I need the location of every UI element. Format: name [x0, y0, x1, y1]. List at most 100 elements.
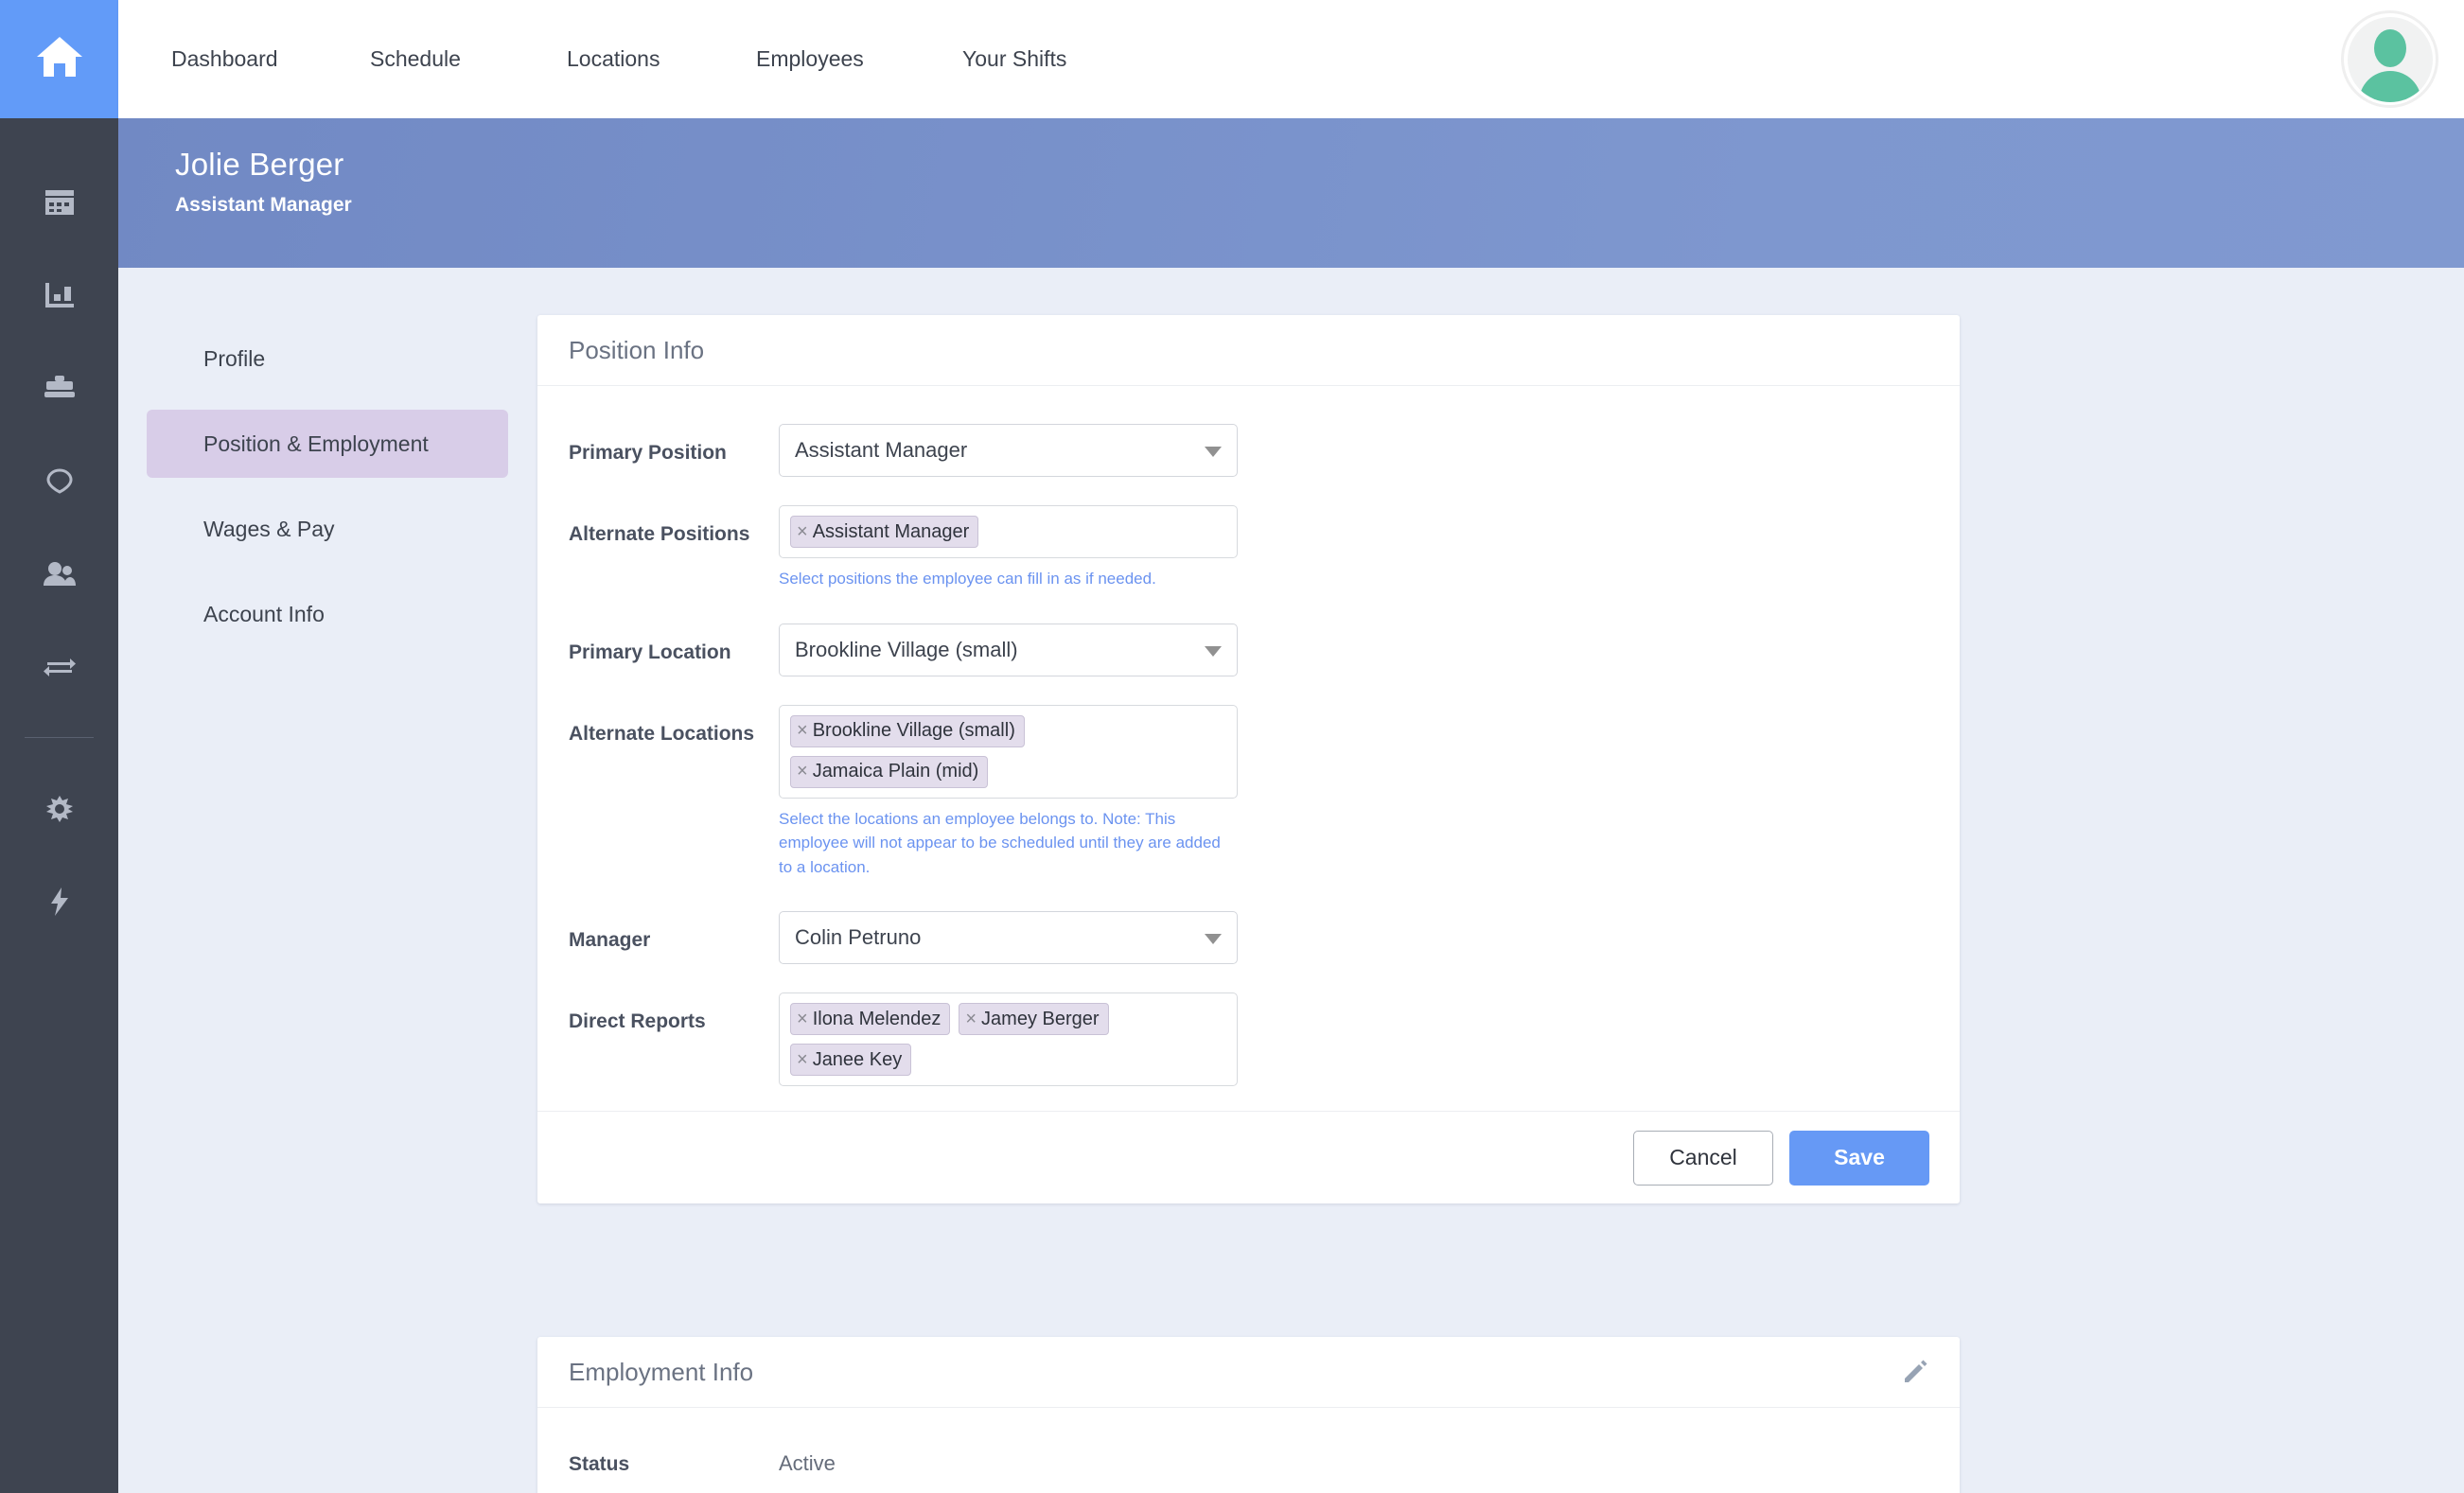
- field-row-alternate-positions: Alternate Positions × Assistant Manager …: [569, 505, 1928, 591]
- sidebar-item-settings[interactable]: [0, 763, 118, 855]
- subnav-item-position-employment[interactable]: Position & Employment: [147, 410, 508, 478]
- tag-label: Ilona Melendez: [812, 1008, 942, 1029]
- field-label: Manager: [569, 929, 651, 951]
- field-label: Primary Location: [569, 641, 731, 663]
- card-title: Employment Info: [569, 1357, 754, 1386]
- subnav-label: Position & Employment: [203, 430, 429, 456]
- people-icon: [43, 561, 76, 586]
- alternate-locations-hint: Select the locations an employee belongs…: [779, 809, 1221, 876]
- remove-tag-icon[interactable]: ×: [797, 1009, 808, 1030]
- sidebar-item-employees[interactable]: [0, 527, 118, 620]
- card-title: Position Info: [569, 335, 705, 364]
- sidebar-item-reports[interactable]: [0, 249, 118, 342]
- nav-link-employees[interactable]: Employees: [756, 46, 962, 72]
- subnav-item-profile[interactable]: Profile: [147, 325, 508, 393]
- field-label: Direct Reports: [569, 1010, 706, 1032]
- remove-tag-icon[interactable]: ×: [797, 720, 808, 742]
- manager-value: Colin Petruno: [795, 925, 922, 949]
- home-icon: [35, 33, 84, 85]
- nav-link-dashboard[interactable]: Dashboard: [171, 46, 370, 72]
- sidebar-item-jobs[interactable]: [0, 342, 118, 434]
- alternate-locations-input[interactable]: × Brookline Village (small) × Jamaica Pl…: [779, 704, 1238, 799]
- tag-item[interactable]: × Assistant Manager: [790, 516, 979, 548]
- employment-info-card: Employment Info Status Active: [537, 1337, 1960, 1493]
- swap-arrows-icon: [43, 655, 76, 677]
- top-nav-links: Dashboard Schedule Locations Employees Y…: [118, 46, 1152, 72]
- home-button[interactable]: [0, 0, 118, 118]
- briefcase-icon: [44, 376, 75, 400]
- icon-rail: [0, 0, 118, 1493]
- top-navigation-bar: Dashboard Schedule Locations Employees Y…: [118, 0, 2464, 118]
- primary-location-select[interactable]: Brookline Village (small): [779, 623, 1238, 676]
- field-label: Alternate Positions: [569, 523, 750, 545]
- employee-banner: Jolie Berger Assistant Manager: [118, 118, 2464, 268]
- tag-item[interactable]: × Jamaica Plain (mid): [790, 755, 989, 788]
- remove-tag-icon[interactable]: ×: [965, 1009, 977, 1030]
- pencil-icon[interactable]: [1901, 1358, 1929, 1386]
- avatar-image: [2347, 16, 2433, 102]
- position-info-card-header: Position Info: [537, 315, 1960, 386]
- alternate-positions-hint: Select positions the employee can fill i…: [779, 570, 1156, 588]
- remove-tag-icon[interactable]: ×: [797, 1049, 808, 1071]
- primary-position-value: Assistant Manager: [795, 438, 968, 462]
- field-row-direct-reports: Direct Reports × Ilona Melendez × Jamey …: [569, 992, 1928, 1086]
- primary-position-select[interactable]: Assistant Manager: [779, 424, 1238, 477]
- subnav-item-account-info[interactable]: Account Info: [147, 580, 508, 648]
- sidebar-item-shift-swaps[interactable]: [0, 620, 118, 712]
- employment-field-label: Status: [569, 1453, 630, 1475]
- nav-link-your-shifts[interactable]: Your Shifts: [962, 46, 1152, 72]
- avatar[interactable]: [2341, 10, 2438, 108]
- tag-label: Assistant Manager: [812, 520, 970, 542]
- nav-link-schedule[interactable]: Schedule: [370, 46, 567, 72]
- employee-name: Jolie Berger: [175, 147, 344, 182]
- position-info-card-body: Primary Position Assistant Manager Alter…: [537, 386, 1960, 1111]
- avatar-body: [2358, 70, 2421, 102]
- tag-item[interactable]: × Ilona Melendez: [790, 1003, 951, 1035]
- field-row-primary-position: Primary Position Assistant Manager: [569, 424, 1928, 477]
- chevron-down-icon: [1205, 645, 1222, 657]
- employment-info-card-body: Status Active: [537, 1408, 1960, 1493]
- primary-location-value: Brookline Village (small): [795, 637, 1018, 661]
- alternate-positions-input[interactable]: × Assistant Manager: [779, 505, 1238, 558]
- position-info-card-footer: Cancel Save: [537, 1111, 1960, 1203]
- employment-row-status: Status Active: [569, 1451, 1928, 1476]
- sidebar-item-integrations[interactable]: [0, 855, 118, 948]
- sidebar-item-locations[interactable]: [0, 434, 118, 527]
- calendar-icon: [44, 190, 74, 215]
- map-pin-icon: [45, 467, 73, 494]
- save-button[interactable]: Save: [1789, 1130, 1929, 1186]
- manager-select[interactable]: Colin Petruno: [779, 911, 1238, 964]
- cancel-button[interactable]: Cancel: [1633, 1130, 1773, 1186]
- subnav-label: Wages & Pay: [203, 516, 335, 541]
- subnav-label: Profile: [203, 345, 266, 371]
- position-info-card: Position Info Primary Position Assistant…: [537, 315, 1960, 1203]
- subnav-label: Account Info: [203, 601, 325, 626]
- field-label: Primary Position: [569, 442, 727, 464]
- field-row-alternate-locations: Alternate Locations × Brookline Village …: [569, 704, 1928, 880]
- remove-tag-icon[interactable]: ×: [797, 521, 808, 543]
- tag-item[interactable]: × Brookline Village (small): [790, 714, 1025, 747]
- employment-info-card-header: Employment Info: [537, 1337, 1960, 1408]
- tag-item[interactable]: × Jamey Berger: [959, 1003, 1109, 1035]
- employee-subnav: Profile Position & Employment Wages & Pa…: [118, 307, 535, 665]
- tag-item[interactable]: × Janee Key: [790, 1044, 912, 1076]
- field-row-manager: Manager Colin Petruno: [569, 911, 1928, 964]
- employment-field-value: Active: [779, 1451, 836, 1475]
- nav-link-locations[interactable]: Locations: [567, 46, 756, 72]
- direct-reports-input[interactable]: × Ilona Melendez × Jamey Berger × Janee …: [779, 992, 1238, 1086]
- sidebar-item-schedule[interactable]: [0, 156, 118, 249]
- chevron-down-icon: [1205, 447, 1222, 457]
- lightning-icon: [49, 887, 70, 916]
- tag-label: Jamey Berger: [981, 1008, 1100, 1029]
- employee-role: Assistant Manager: [175, 194, 352, 216]
- gear-icon: [44, 794, 75, 824]
- content-area: Profile Position & Employment Wages & Pa…: [118, 268, 2464, 1493]
- field-label: Alternate Locations: [569, 722, 755, 745]
- remove-tag-icon[interactable]: ×: [797, 761, 808, 782]
- tag-label: Jamaica Plain (mid): [812, 761, 979, 782]
- rail-divider: [25, 737, 94, 738]
- subnav-item-wages-pay[interactable]: Wages & Pay: [147, 495, 508, 563]
- field-row-primary-location: Primary Location Brookline Village (smal…: [569, 623, 1928, 676]
- bar-chart-icon: [44, 283, 74, 307]
- tag-label: Janee Key: [812, 1048, 903, 1070]
